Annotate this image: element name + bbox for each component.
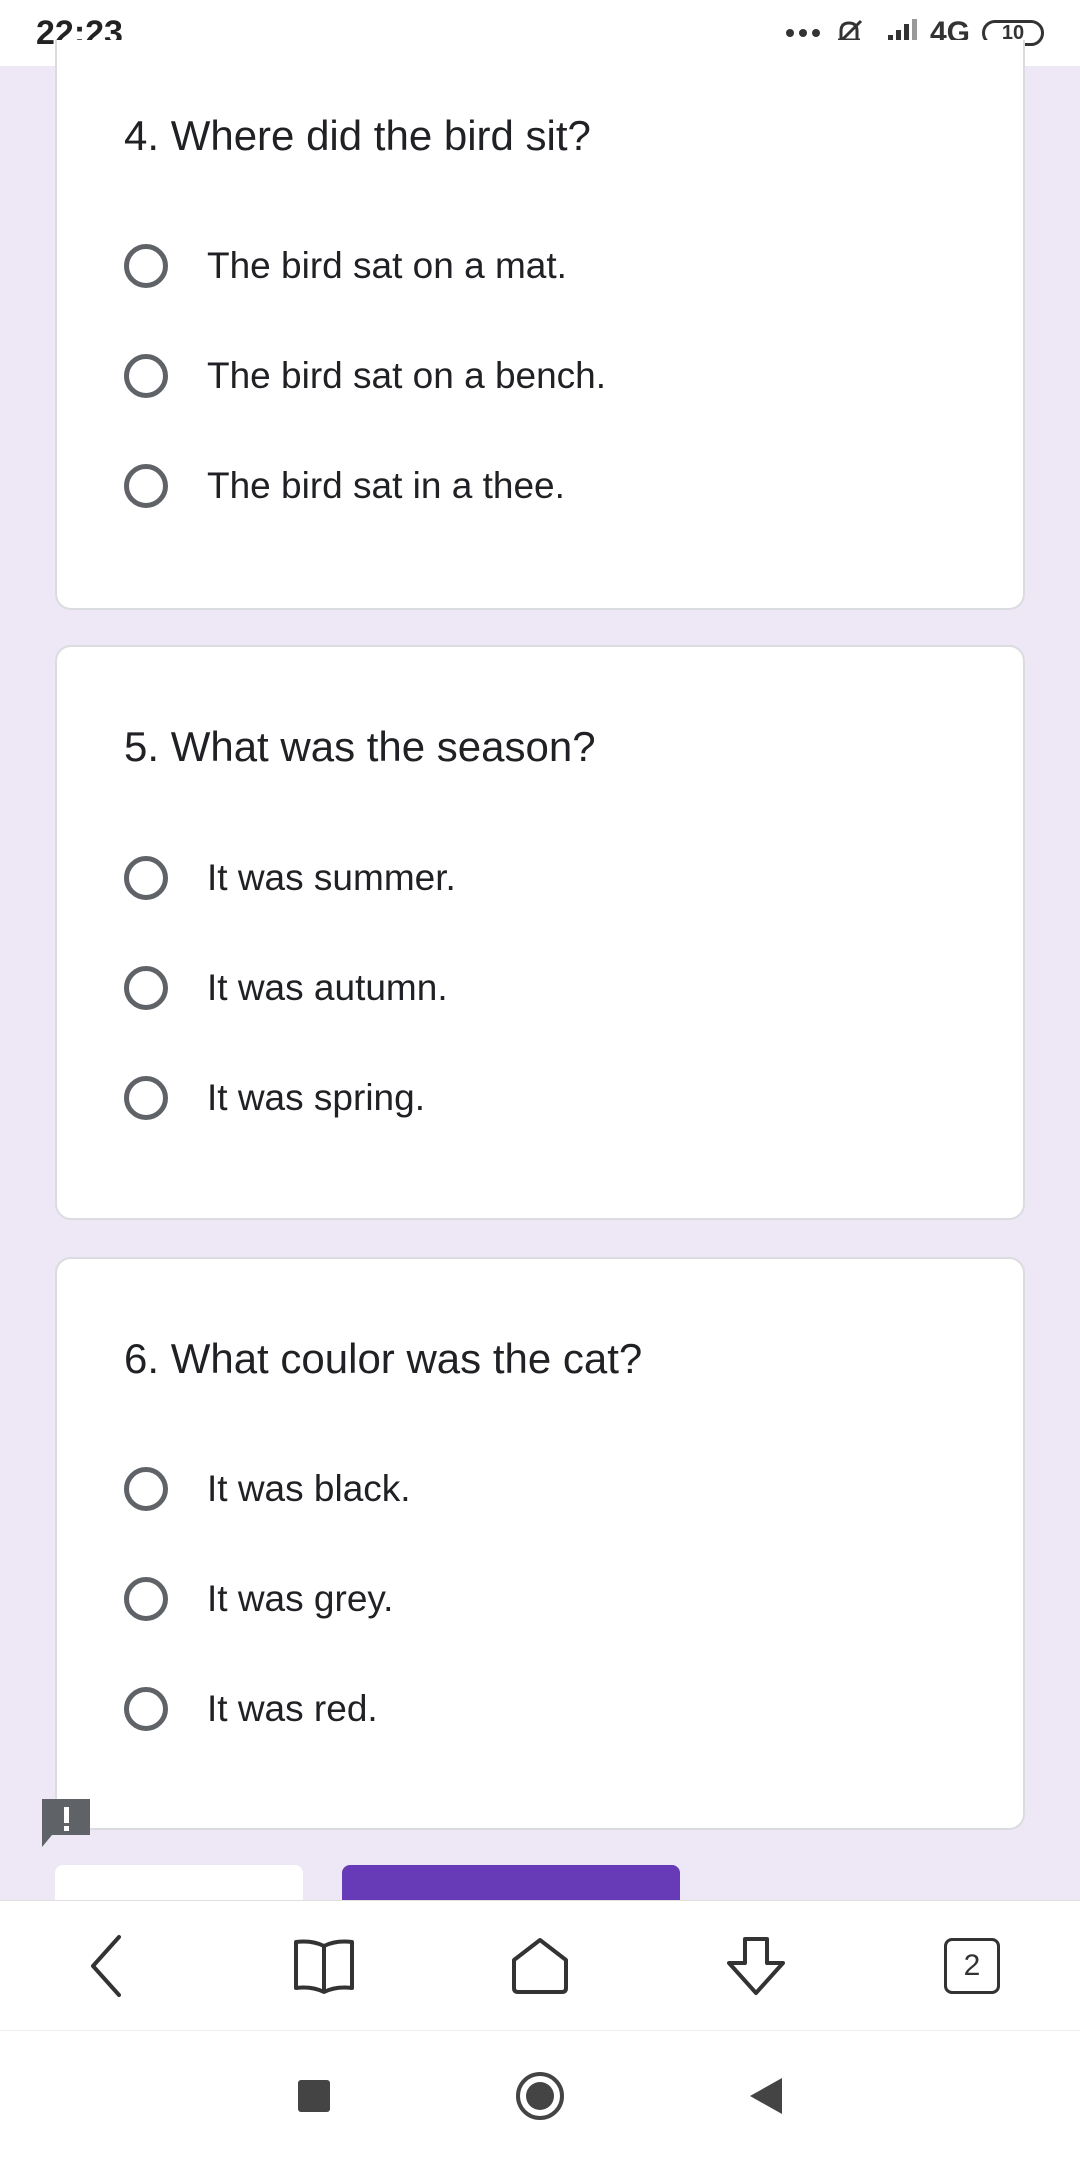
feedback-icon[interactable]: [38, 1795, 94, 1851]
option-label: The bird sat in a thee.: [207, 465, 565, 506]
download-arrow-icon: [727, 1937, 785, 1995]
radio-option[interactable]: It was summer.: [124, 848, 456, 908]
radio-button[interactable]: [124, 354, 168, 398]
question-title: 5. What was the season?: [124, 723, 596, 770]
system-nav-bar: [0, 2030, 1080, 2161]
question-card-4: 4. Where did the bird sit? The bird sat …: [55, 40, 1025, 610]
back-triangle-icon[interactable]: [746, 2074, 786, 2118]
question-card-6: 6. What coulor was the cat? It was black…: [55, 1257, 1025, 1830]
tabs-button[interactable]: 2: [932, 1926, 1012, 2006]
radio-button[interactable]: [124, 1467, 168, 1511]
radio-option[interactable]: The bird sat on a bench.: [124, 346, 606, 406]
home-icon: [512, 1938, 568, 1994]
back-button[interactable]: [55, 1865, 303, 1905]
radio-option[interactable]: The bird sat on a mat.: [124, 236, 567, 296]
submit-button[interactable]: [342, 1865, 680, 1905]
radio-button[interactable]: [124, 856, 168, 900]
recent-apps-icon[interactable]: [294, 2076, 334, 2116]
option-label: It was red.: [207, 1688, 378, 1729]
download-button[interactable]: [716, 1926, 796, 2006]
option-label: It was grey.: [207, 1578, 394, 1619]
radio-option[interactable]: It was spring.: [124, 1068, 425, 1128]
option-label: The bird sat on a bench.: [207, 355, 607, 396]
question-card-5: 5. What was the season? It was summer. I…: [55, 645, 1025, 1220]
option-label: It was spring.: [207, 1077, 425, 1118]
radio-option[interactable]: The bird sat in a thee.: [124, 456, 565, 516]
question-title: 6. What coulor was the cat?: [124, 1335, 643, 1382]
back-nav-button[interactable]: [68, 1926, 148, 2006]
home-button[interactable]: [500, 1926, 580, 2006]
option-label: It was black.: [207, 1468, 411, 1509]
radio-option[interactable]: It was autumn.: [124, 958, 448, 1018]
radio-button[interactable]: [124, 1577, 168, 1621]
radio-option[interactable]: It was black.: [124, 1459, 411, 1519]
browser-toolbar: 2: [0, 1900, 1080, 2031]
radio-button[interactable]: [124, 1687, 168, 1731]
radio-button[interactable]: [124, 464, 168, 508]
book-icon: [294, 1939, 354, 1994]
question-title: 4. Where did the bird sit?: [124, 112, 591, 159]
bookmarks-button[interactable]: [284, 1926, 364, 2006]
radio-button[interactable]: [124, 244, 168, 288]
radio-button[interactable]: [124, 966, 168, 1010]
tab-count: 2: [944, 1938, 1000, 1994]
radio-option[interactable]: It was grey.: [124, 1569, 393, 1629]
option-label: It was summer.: [207, 857, 456, 898]
radio-option[interactable]: It was red.: [124, 1679, 378, 1739]
chevron-left-icon: [91, 1935, 121, 1997]
option-label: The bird sat on a mat.: [207, 245, 567, 286]
more-dots-icon: [785, 29, 820, 37]
option-label: It was autumn.: [207, 967, 448, 1008]
radio-button[interactable]: [124, 1076, 168, 1120]
home-circle-icon[interactable]: [514, 2070, 566, 2122]
